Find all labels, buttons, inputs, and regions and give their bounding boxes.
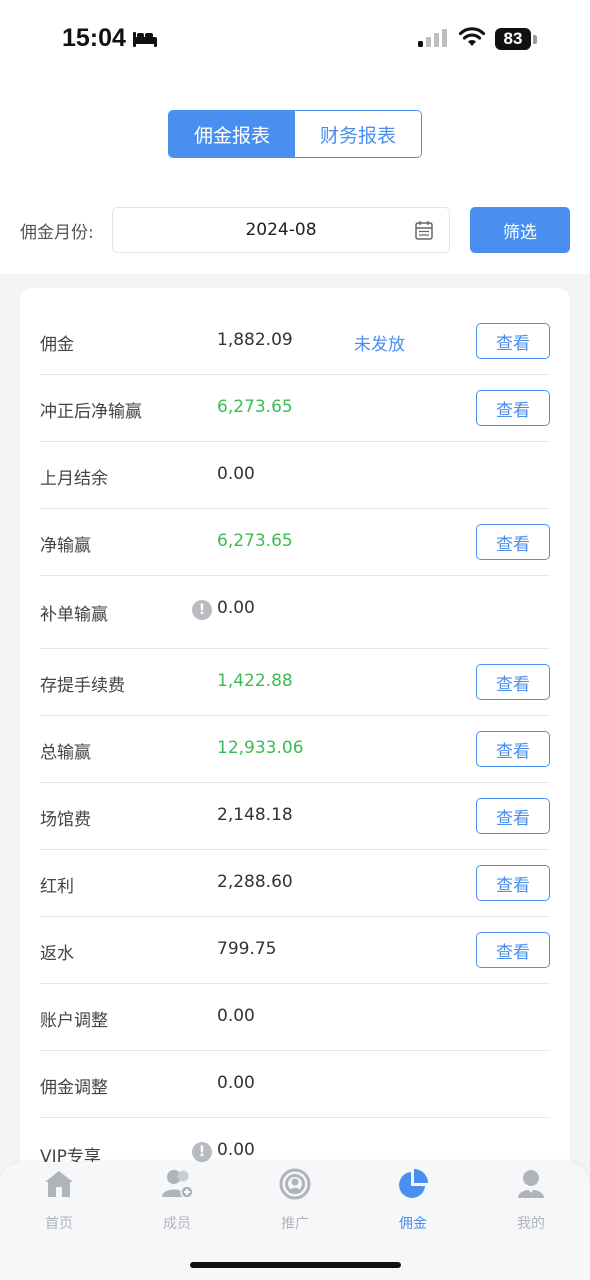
nav-label: 首页 [45,1216,73,1232]
row-bonus: 红利 2,288.60 查看 [40,850,550,917]
row-label: 补单输赢 [40,605,108,625]
nav-label: 推广 [281,1216,309,1232]
row-label: 账户调整 [40,1011,108,1031]
row-account-adjustment: 账户调整 0.00 [40,984,550,1051]
nav-home[interactable]: 首页 [0,1168,118,1232]
pie-chart-icon [397,1168,429,1204]
row-last-month-balance: 上月结余 0.00 [40,442,550,509]
row-value: 0.00 [217,464,255,484]
row-value: 6,273.65 [217,397,293,417]
row-label: 总输赢 [40,743,91,763]
row-label: 上月结余 [40,469,108,489]
row-commission: 佣金 1,882.09 未发放 查看 [40,308,550,375]
row-value: 2,148.18 [217,805,293,825]
battery-tip [533,35,537,44]
row-label: 返水 [40,944,74,964]
battery-indicator: 83 [495,28,531,50]
members-icon [161,1168,195,1204]
row-deposit-withdraw-fee: 存提手续费 1,422.88 查看 [40,649,550,716]
row-value: 2,288.60 [217,872,293,892]
row-venue-fee: 场馆费 2,148.18 查看 [40,783,550,850]
row-supplement-win-loss: 补单输赢 ! 0.00 [40,576,550,649]
tab-finance-report[interactable]: 财务报表 [295,111,421,157]
commission-card: 佣金 1,882.09 未发放 查看 冲正后净输赢 6,273.65 查看 上月… [20,288,570,1280]
row-value: 0.00 [217,1006,255,1026]
report-tabs: 佣金报表 财务报表 [168,110,422,158]
profile-icon [515,1168,547,1204]
nav-promote[interactable]: 推广 [236,1168,354,1232]
view-button[interactable]: 查看 [476,664,550,700]
filter-button[interactable]: 筛选 [470,207,570,253]
view-button[interactable]: 查看 [476,798,550,834]
row-label: 场馆费 [40,810,91,830]
view-button[interactable]: 查看 [476,524,550,560]
status-time: 15:04 [62,24,126,52]
info-icon[interactable]: ! [192,600,212,620]
row-value: 0.00 [217,598,255,618]
header-area: 15:04 83 佣金报表 财务报表 佣金月份: 2024-08 筛选 [0,0,590,274]
row-label: 佣金调整 [40,1078,108,1098]
payout-status: 未发放 [354,335,405,355]
nav-commission[interactable]: 佣金 [354,1168,472,1232]
info-icon[interactable]: ! [192,1142,212,1162]
row-label: 红利 [40,877,74,897]
row-value: 0.00 [217,1140,255,1160]
view-button[interactable]: 查看 [476,731,550,767]
row-commission-adjustment: 佣金调整 0.00 [40,1051,550,1118]
row-label: 冲正后净输赢 [40,402,142,422]
row-net-win-loss: 净输赢 6,273.65 查看 [40,509,550,576]
view-button[interactable]: 查看 [476,323,550,359]
wifi-icon [458,26,486,52]
row-value: 6,273.65 [217,531,293,551]
nav-members[interactable]: 成员 [118,1168,236,1232]
sleep-mode-icon [132,30,158,52]
row-value: 0.00 [217,1073,255,1093]
row-value: 1,422.88 [217,671,293,691]
calendar-icon [415,220,433,244]
row-rebate: 返水 799.75 查看 [40,917,550,984]
month-picker-value: 2024-08 [245,220,317,240]
home-indicator [190,1262,401,1268]
row-value: 799.75 [217,939,277,959]
nav-label: 佣金 [399,1216,427,1232]
row-value: 12,933.06 [217,738,304,758]
row-total-win-loss: 总输赢 12,933.06 查看 [40,716,550,783]
tab-commission-report[interactable]: 佣金报表 [169,111,295,157]
view-button[interactable]: 查看 [476,390,550,426]
nav-label: 我的 [517,1216,545,1232]
view-button[interactable]: 查看 [476,932,550,968]
nav-profile[interactable]: 我的 [472,1168,590,1232]
nav-label: 成员 [163,1216,191,1232]
row-label: 净输赢 [40,536,91,556]
commission-month-label: 佣金月份: [20,223,94,243]
view-button[interactable]: 查看 [476,865,550,901]
home-icon [43,1168,75,1204]
cellular-signal-icon [418,28,448,52]
row-value: 1,882.09 [217,330,293,350]
row-adjusted-net: 冲正后净输赢 6,273.65 查看 [40,375,550,442]
promote-icon [279,1168,311,1204]
row-label: 存提手续费 [40,676,125,696]
row-label: 佣金 [40,335,74,355]
month-picker-field[interactable]: 2024-08 [112,207,450,253]
